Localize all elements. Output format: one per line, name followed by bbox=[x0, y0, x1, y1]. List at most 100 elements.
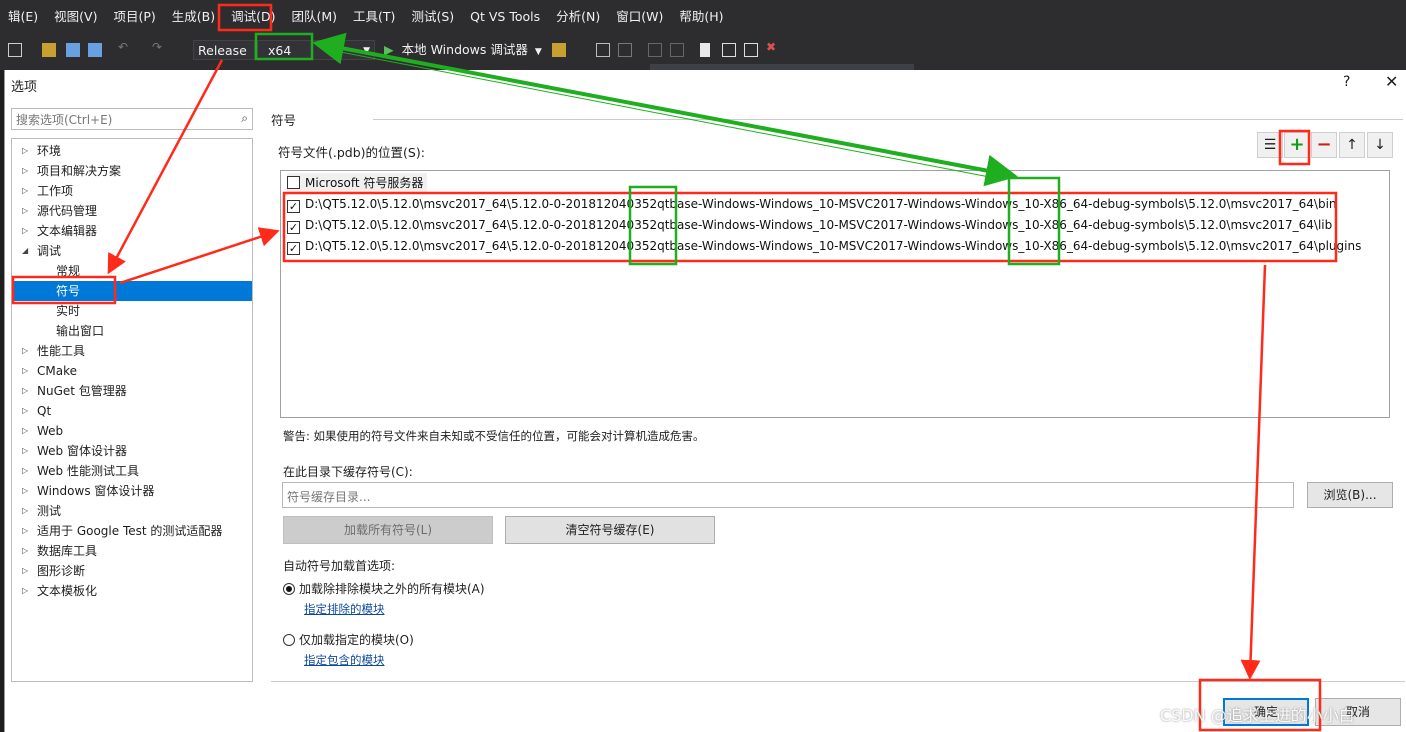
add-location-button[interactable]: + bbox=[1284, 132, 1310, 158]
attach-icon[interactable] bbox=[552, 43, 566, 57]
collapsed-icon[interactable]: ▷ bbox=[22, 581, 28, 601]
expanded-icon[interactable]: ◢ bbox=[22, 241, 28, 261]
tree-item[interactable]: ▷ NuGet 包管理器 bbox=[12, 381, 252, 401]
tree-item[interactable]: ▷ 项目和解决方案 bbox=[12, 161, 252, 181]
tree-item[interactable]: 实时 bbox=[12, 301, 252, 321]
tree-item[interactable]: ▷ 图形诊断 bbox=[12, 561, 252, 581]
collapsed-icon[interactable]: ▷ bbox=[22, 361, 28, 381]
tree-item-label: 性能工具 bbox=[37, 344, 86, 358]
menu-item[interactable]: 工具(T) bbox=[345, 5, 403, 29]
menu-item[interactable]: 测试(S) bbox=[403, 5, 462, 29]
tree-item[interactable]: ▷ 数据库工具 bbox=[12, 541, 252, 561]
menu-item[interactable]: 调试(D) bbox=[223, 5, 283, 29]
list-item-path[interactable]: ✓ D:\QT5.12.0\5.12.0\msvc2017_64\5.12.0-0… bbox=[287, 194, 1337, 214]
tree-item[interactable]: 符号 bbox=[12, 281, 252, 301]
collapsed-icon[interactable]: ▷ bbox=[22, 561, 28, 581]
collapsed-icon[interactable]: ▷ bbox=[22, 221, 28, 241]
configuration-dropdown[interactable]: Release bbox=[193, 40, 255, 60]
tree-item[interactable]: ▷ 测试 bbox=[12, 501, 252, 521]
load-all-symbols-button[interactable]: 加载所有符号(L) bbox=[283, 516, 493, 544]
undo-icon[interactable]: ↶ bbox=[118, 40, 132, 54]
tree-item[interactable]: ▷ Web bbox=[12, 421, 252, 441]
prev-bookmark-icon[interactable] bbox=[722, 43, 736, 57]
indent-icon[interactable] bbox=[648, 43, 662, 57]
collapsed-icon[interactable]: ▷ bbox=[22, 341, 28, 361]
list-item-path[interactable]: ✓ D:\QT5.12.0\5.12.0\msvc2017_64\5.12.0-0… bbox=[287, 236, 1361, 256]
menu-item[interactable]: 辑(E) bbox=[0, 5, 46, 29]
menu-item[interactable]: 项目(P) bbox=[105, 5, 163, 29]
collapsed-icon[interactable]: ▷ bbox=[22, 161, 28, 181]
collapsed-icon[interactable]: ▷ bbox=[22, 201, 28, 221]
hex-icon[interactable] bbox=[618, 43, 632, 57]
collapsed-icon[interactable]: ▷ bbox=[22, 541, 28, 561]
tree-item[interactable]: ▷ 文本模板化 bbox=[12, 581, 252, 601]
tree-item[interactable]: ▷ 工作项 bbox=[12, 181, 252, 201]
tree-item[interactable]: ▷ Web 性能测试工具 bbox=[12, 461, 252, 481]
save-all-icon[interactable] bbox=[88, 43, 102, 57]
collapsed-icon[interactable]: ▷ bbox=[22, 401, 28, 421]
new-project-icon[interactable] bbox=[8, 43, 22, 57]
open-folder-icon[interactable] bbox=[42, 43, 56, 57]
tree-item[interactable]: ▷ 文本编辑器 bbox=[12, 221, 252, 241]
clear-cache-button[interactable]: 清空符号缓存(E) bbox=[505, 516, 715, 544]
collapsed-icon[interactable]: ▷ bbox=[22, 441, 28, 461]
menu-item[interactable]: Qt VS Tools bbox=[462, 5, 548, 29]
tree-item[interactable]: ▷ Qt bbox=[12, 401, 252, 421]
collapsed-icon[interactable]: ▷ bbox=[22, 521, 28, 541]
search-options-input[interactable]: 搜索选项(Ctrl+E) ⌕ bbox=[11, 108, 253, 130]
menu-item[interactable]: 分析(N) bbox=[548, 5, 608, 29]
included-modules-link[interactable]: 指定包含的模块 bbox=[304, 652, 385, 668]
server-checkbox[interactable] bbox=[287, 176, 300, 189]
collapsed-icon[interactable]: ▷ bbox=[22, 501, 28, 521]
list-item-server[interactable]: Microsoft 符号服务器 bbox=[287, 173, 428, 193]
save-icon[interactable] bbox=[66, 43, 80, 57]
collapsed-icon[interactable]: ▷ bbox=[22, 421, 28, 441]
collapsed-icon[interactable]: ▷ bbox=[22, 481, 28, 501]
cache-directory-input[interactable]: 符号缓存目录... bbox=[282, 482, 1294, 508]
clear-bookmarks-icon[interactable]: ✖ bbox=[766, 40, 780, 54]
tree-item[interactable]: 常规 bbox=[12, 261, 252, 281]
load-all-except-radio[interactable]: 加载除排除模块之外的所有模块(A) bbox=[283, 580, 485, 597]
remove-location-button[interactable]: − bbox=[1311, 132, 1337, 158]
help-button[interactable]: ? bbox=[1343, 74, 1350, 90]
options-tree[interactable]: ▷ 环境 ▷ 项目和解决方案 ▷ 工作项 ▷ 源代码管理 ▷ 文本编辑器 ◢ 调试 常规 符号 实时 输出窗口… bbox=[11, 138, 253, 682]
path-checkbox[interactable]: ✓ bbox=[287, 200, 300, 213]
tree-item[interactable]: ▷ 源代码管理 bbox=[12, 201, 252, 221]
menu-item[interactable]: 团队(M) bbox=[284, 5, 346, 29]
tree-item-label: 图形诊断 bbox=[37, 564, 86, 578]
tree-item[interactable]: ▷ 适用于 Google Test 的测试适配器 bbox=[12, 521, 252, 541]
path-checkbox[interactable]: ✓ bbox=[287, 242, 300, 255]
collapsed-icon[interactable]: ▷ bbox=[22, 381, 28, 401]
next-bookmark-icon[interactable] bbox=[744, 43, 758, 57]
tree-item[interactable]: 输出窗口 bbox=[12, 321, 252, 341]
menu-item[interactable]: 帮助(H) bbox=[671, 5, 731, 29]
symbol-locations-list[interactable]: Microsoft 符号服务器 ✓ D:\QT5.12.0\5.12.0\msvc… bbox=[280, 170, 1390, 418]
step-icon[interactable] bbox=[596, 43, 610, 57]
collapsed-icon[interactable]: ▷ bbox=[22, 141, 28, 161]
tree-item[interactable]: ▷ CMake bbox=[12, 361, 252, 381]
tree-item[interactable]: ▷ Web 窗体设计器 bbox=[12, 441, 252, 461]
menu-item[interactable]: 生成(B) bbox=[164, 5, 223, 29]
platform-dropdown[interactable]: x64 ▼ bbox=[257, 40, 375, 60]
menu-item[interactable]: 视图(V) bbox=[46, 5, 105, 29]
outdent-icon[interactable] bbox=[670, 43, 684, 57]
tree-item[interactable]: ▷ Windows 窗体设计器 bbox=[12, 481, 252, 501]
close-button[interactable]: ✕ bbox=[1385, 72, 1398, 91]
tree-item[interactable]: ▷ 环境 bbox=[12, 141, 252, 161]
list-item-path[interactable]: ✓ D:\QT5.12.0\5.12.0\msvc2017_64\5.12.0-0… bbox=[287, 215, 1332, 235]
path-checkbox[interactable]: ✓ bbox=[287, 221, 300, 234]
browse-button[interactable]: 浏览(B)... bbox=[1307, 482, 1393, 508]
menu-item[interactable]: 窗口(W) bbox=[608, 5, 671, 29]
collapsed-icon[interactable]: ▷ bbox=[22, 181, 28, 201]
tree-item[interactable]: ◢ 调试 bbox=[12, 241, 252, 261]
move-down-button[interactable]: ↓ bbox=[1367, 132, 1393, 158]
add-server-button[interactable]: ☰ bbox=[1257, 132, 1283, 158]
excluded-modules-link[interactable]: 指定排除的模块 bbox=[304, 601, 385, 617]
start-debugging-button[interactable]: ▶ 本地 Windows 调试器 ▼ bbox=[384, 40, 542, 60]
collapsed-icon[interactable]: ▷ bbox=[22, 461, 28, 481]
load-only-specified-radio[interactable]: 仅加载指定的模块(O) bbox=[283, 631, 414, 648]
tree-item[interactable]: ▷ 性能工具 bbox=[12, 341, 252, 361]
redo-icon[interactable]: ↷ bbox=[152, 40, 166, 54]
bookmark-icon[interactable] bbox=[700, 43, 710, 57]
move-up-button[interactable]: ↑ bbox=[1339, 132, 1365, 158]
